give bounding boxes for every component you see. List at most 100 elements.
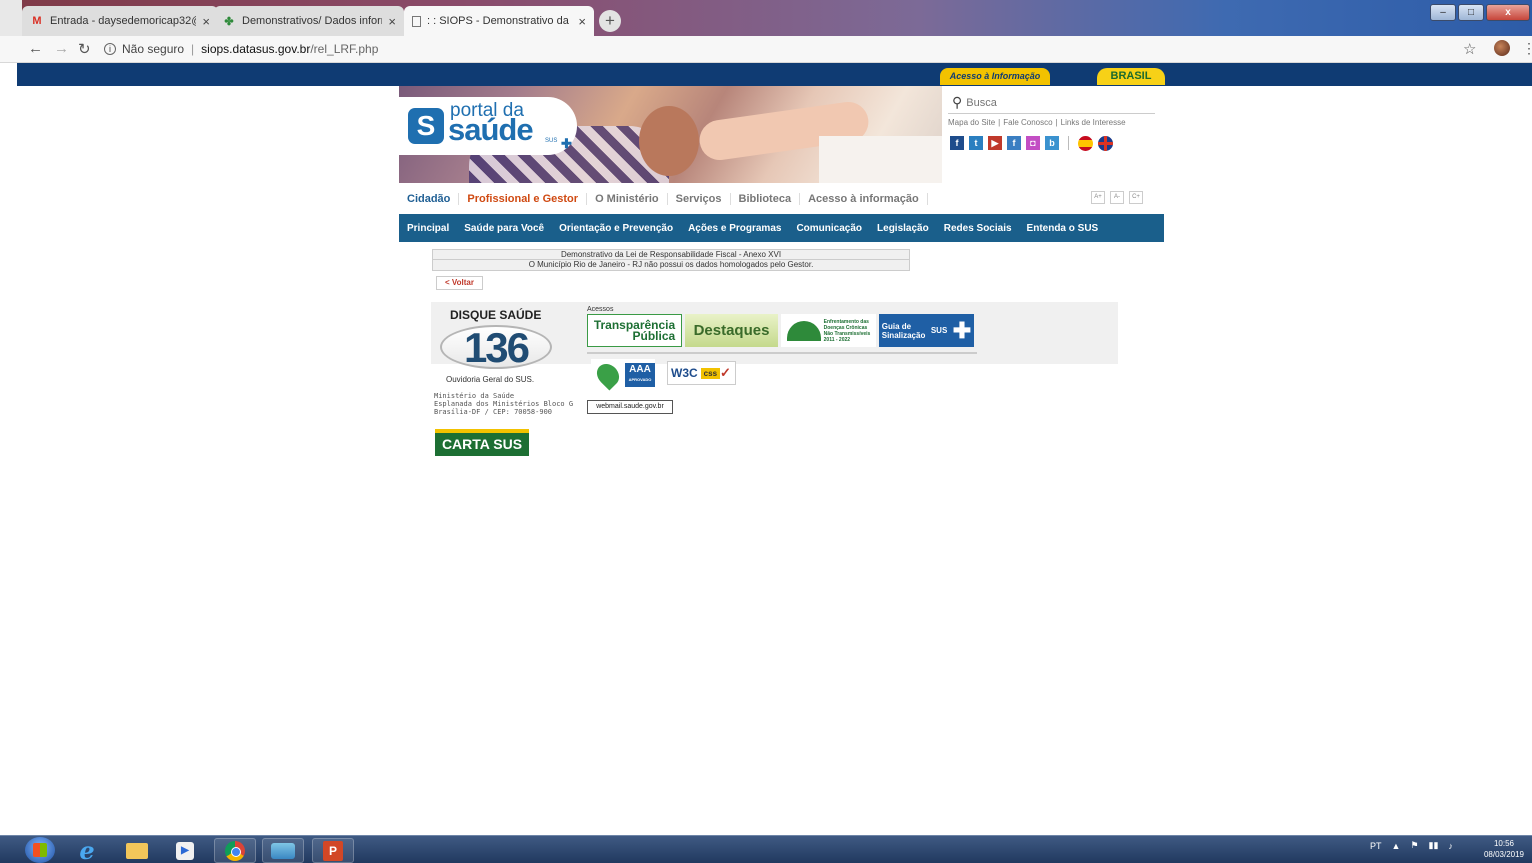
tab-gmail[interactable]: M Entrada - daysedemoricap32@gm ×	[22, 6, 218, 36]
umbrella-icon	[786, 320, 821, 341]
clock[interactable]: 10:56 08/03/2019	[1478, 838, 1530, 860]
search-icon[interactable]: ⚲	[952, 94, 962, 111]
divider	[587, 352, 977, 354]
search-input[interactable]	[966, 96, 1137, 109]
nav-orientacao-prevencao[interactable]: Orientação e Prevenção	[559, 223, 673, 234]
back-button[interactable]: < Voltar	[436, 276, 483, 290]
checkmark-icon: ✓	[720, 365, 731, 380]
tab-siops[interactable]: : : SIOPS - Demonstrativo da Lei d ×	[404, 6, 594, 36]
sus-cross-icon: ✚	[561, 136, 572, 151]
bookmark-star-icon[interactable]: ☆	[1463, 40, 1476, 58]
nav-acoes-programas[interactable]: Ações e Programas	[688, 223, 781, 234]
nav-biblioteca[interactable]: Biblioteca	[731, 192, 801, 205]
report-title: Demonstrativo da Lei de Responsabilidade…	[432, 249, 910, 260]
url-path: /rel_LRF.php	[310, 42, 379, 56]
chrome-icon[interactable]	[214, 838, 256, 863]
report-message: O Município Rio de Janeiro - RJ não poss…	[432, 260, 910, 271]
logo-saude-text[interactable]: saúde	[448, 112, 534, 148]
internet-explorer-icon[interactable]: e	[66, 836, 108, 863]
font-size-controls: A+ A- C+	[1091, 191, 1143, 204]
show-hidden-icons[interactable]: ▲	[1392, 841, 1401, 851]
spanish-flag-icon[interactable]	[1078, 136, 1093, 151]
disque-saude-title: DISQUE SAÚDE	[450, 308, 542, 322]
reload-icon[interactable]: ↻	[78, 40, 91, 58]
twitter-icon[interactable]: t	[969, 136, 983, 150]
close-tab-icon[interactable]: ×	[388, 14, 396, 29]
acessos-banners: Transparência Pública Destaques Enfrentam…	[587, 314, 974, 347]
address-block: Ministério da Saúde Esplanada dos Minist…	[434, 392, 574, 416]
screen: M Entrada - daysedemoricap32@gm × ✤ Demo…	[0, 0, 1532, 863]
link-mapa-do-site[interactable]: Mapa do Site	[948, 118, 995, 127]
language-indicator[interactable]: PT	[1370, 841, 1382, 851]
contrast-button[interactable]: C+	[1129, 191, 1143, 204]
nav-redes-sociais[interactable]: Redes Sociais	[944, 223, 1012, 234]
flickr-icon[interactable]: f	[1007, 136, 1021, 150]
carta-sus-link[interactable]: CARTA SUS	[435, 429, 529, 456]
nav-saude-para-voce[interactable]: Saúde para Você	[464, 223, 544, 234]
font-increase-button[interactable]: A+	[1091, 191, 1105, 204]
network-icon[interactable]: ▮▮	[1429, 840, 1439, 851]
link-fale-conosco[interactable]: Fale Conosco	[1003, 118, 1052, 127]
address-bar: ← → ↻ i Não seguro | siops.datasus.gov.b…	[0, 36, 1532, 63]
media-player-icon[interactable]: ▶	[164, 838, 206, 863]
security-label: Não seguro	[122, 42, 185, 56]
instagram-icon[interactable]: ◘	[1026, 136, 1040, 150]
new-tab-button[interactable]: +	[599, 10, 621, 32]
minimize-button[interactable]: –	[1430, 4, 1456, 21]
nav-entenda-sus[interactable]: Entenda o SUS	[1027, 223, 1099, 234]
social-icons: f t ▶ f ◘ b	[950, 136, 1113, 151]
action-center-flag-icon[interactable]: ⚑	[1410, 840, 1418, 851]
guia-sinalizacao-link[interactable]: Guia de Sinalização SUS ✚	[879, 314, 974, 347]
close-tab-icon[interactable]: ×	[578, 14, 586, 29]
url-field[interactable]: i Não seguro | siops.datasus.gov.br /rel…	[104, 38, 1454, 60]
top-links: Mapa do Site | Fale Conosco | Links de Inter…	[948, 118, 1126, 127]
nav-servicos[interactable]: Serviços	[668, 192, 731, 205]
back-arrow-icon[interactable]: ←	[28, 40, 43, 57]
brasil-link[interactable]: BRASIL	[1097, 68, 1165, 85]
gmail-icon: M	[32, 15, 42, 27]
webmail-link[interactable]: webmail.saude.gov.br	[587, 400, 673, 414]
close-window-button[interactable]: x	[1486, 4, 1530, 21]
nav-profissional-gestor[interactable]: Profissional e Gestor	[459, 192, 588, 205]
english-flag-icon[interactable]	[1098, 136, 1113, 151]
acesso-informacao-link[interactable]: Acesso à Informação	[940, 68, 1050, 85]
forward-arrow-icon[interactable]: →	[54, 40, 69, 57]
search-box: ⚲	[948, 92, 1155, 114]
sus-plus-icon: ✚	[952, 317, 972, 343]
profile-avatar[interactable]	[1494, 40, 1510, 56]
destaques-link[interactable]: Destaques	[685, 314, 778, 347]
menu-dots-icon[interactable]: ⋮	[1522, 40, 1532, 57]
transparencia-publica-link[interactable]: Transparência Pública	[587, 314, 682, 347]
powerpoint-icon[interactable]: P	[312, 838, 354, 863]
facebook-icon[interactable]: f	[950, 136, 964, 150]
w3c-css-badge[interactable]: W3C css ✓	[667, 361, 736, 385]
maximize-button[interactable]: □	[1458, 4, 1484, 21]
nav-principal[interactable]: Principal	[407, 223, 449, 234]
nav-cidadao[interactable]: Cidadão	[399, 192, 460, 205]
gov-bar	[17, 63, 1532, 86]
volume-icon[interactable]: ♪	[1448, 841, 1453, 851]
tab-demonstrativos[interactable]: ✤ Demonstrativos/ Dados informad ×	[214, 6, 404, 36]
file-explorer-icon[interactable]	[116, 838, 158, 863]
url-domain: siops.datasus.gov.br	[201, 42, 311, 56]
heart-icon	[592, 358, 624, 391]
close-tab-icon[interactable]: ×	[202, 14, 210, 29]
blog-icon[interactable]: b	[1045, 136, 1059, 150]
nav-acesso-informacao[interactable]: Acesso à informação	[800, 192, 928, 205]
disque-saude-number[interactable]: 136	[440, 325, 552, 369]
start-button[interactable]	[25, 837, 55, 863]
logo-sus-text: SUS	[545, 138, 558, 144]
acessos-label: Acessos	[587, 306, 614, 313]
app-icon[interactable]	[262, 838, 304, 863]
font-decrease-button[interactable]: A-	[1110, 191, 1124, 204]
nav-legislacao[interactable]: Legislação	[877, 223, 929, 234]
youtube-icon[interactable]: ▶	[988, 136, 1002, 150]
nav-ministerio[interactable]: O Ministério	[587, 192, 668, 205]
info-icon[interactable]: i	[104, 43, 116, 55]
nav-comunicacao[interactable]: Comunicação	[796, 223, 862, 234]
portal-logo-s[interactable]: S	[408, 108, 444, 144]
acessibilidade-aaa-badge[interactable]: AAA APROVADO	[591, 358, 655, 391]
enfrentamento-dcnt-link[interactable]: Enfrentamento das Doenças Crônicas Não T…	[781, 314, 876, 347]
ouvidoria-label: Ouvidoria Geral do SUS.	[446, 375, 535, 384]
link-links-de-interesse[interactable]: Links de Interesse	[1061, 118, 1126, 127]
